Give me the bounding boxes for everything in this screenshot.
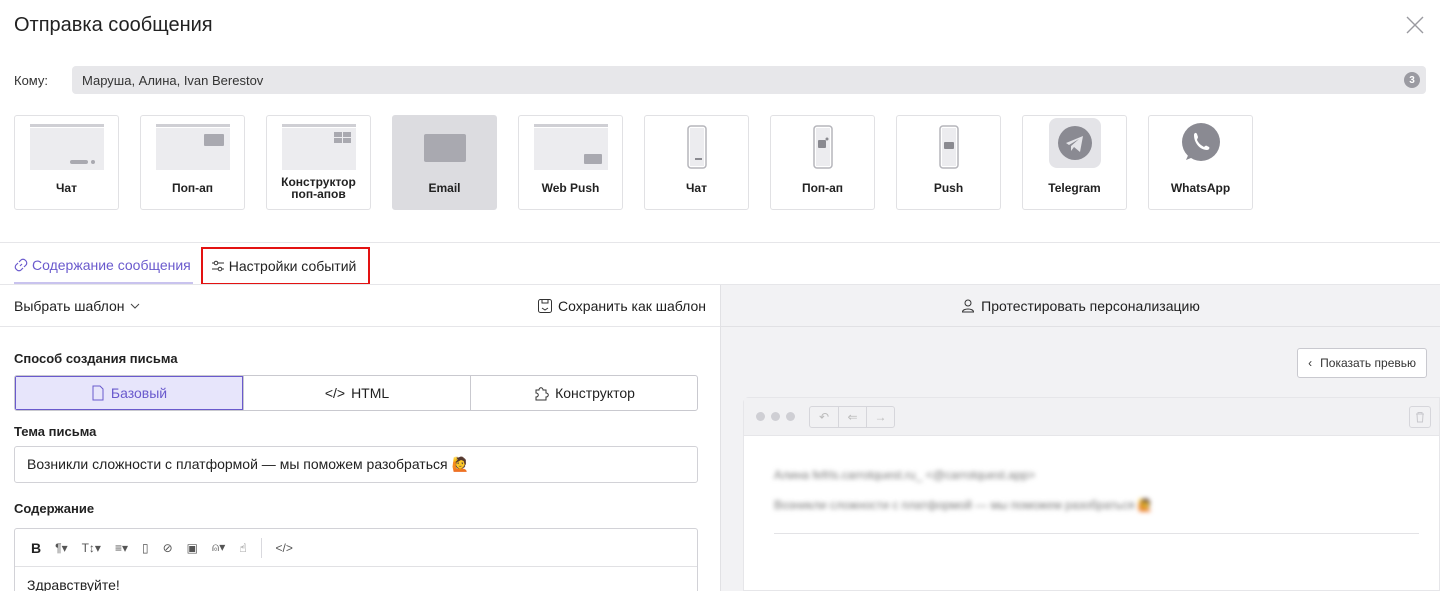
file-icon[interactable]: ▯	[142, 541, 149, 555]
show-preview-button[interactable]: ‹ Показать превью	[1297, 348, 1427, 378]
channel-web-push[interactable]: Web Push	[518, 115, 623, 210]
image-icon[interactable]: ▣	[187, 541, 198, 555]
mail-nav: ↶ ⇐ →	[809, 405, 895, 428]
mobile-push-thumb	[938, 125, 959, 169]
test-personalization-button[interactable]: Протестировать персонализацию	[721, 285, 1440, 327]
method-html-button[interactable]: </> HTML	[243, 376, 470, 410]
preview-panel: Протестировать персонализацию ‹ Показать…	[720, 285, 1440, 591]
recipients-label: Кому:	[14, 72, 48, 88]
email-thumb	[423, 134, 466, 162]
hand-icon[interactable]: ☝	[239, 541, 246, 555]
content-editor[interactable]: B ¶▾ T↕▾ ≡▾ ▯ ⊘ ▣ ⍝▾ ☝ </> Здравствуйте!	[14, 528, 698, 591]
subject-label: Тема письма	[14, 424, 97, 439]
method-basic-button[interactable]: Базовый	[15, 376, 243, 410]
channel-label: Email	[428, 181, 461, 195]
editor-panel: Выбрать шаблон Сохранить как шаблон Спос…	[0, 285, 720, 591]
puzzle-icon	[535, 387, 549, 401]
save-icon	[538, 298, 553, 313]
email-preview: ↶ ⇐ → Алина fefrls.carrotquest.ru_ <@car…	[743, 397, 1440, 591]
channel-label: Push	[933, 181, 964, 195]
preview-subject: Возникли сложности с платформой — мы пом…	[774, 498, 1153, 512]
window-dot	[786, 412, 795, 421]
align-icon[interactable]: ≡▾	[115, 541, 128, 555]
tab-message-content[interactable]: Содержание сообщения	[14, 248, 193, 284]
channel-label: Поп-ап	[801, 181, 844, 195]
tabs: Содержание сообщения Настройки событий	[14, 247, 371, 285]
channel-label: Поп-ап	[171, 181, 214, 195]
save-as-template-button[interactable]: Сохранить как шаблон	[537, 298, 706, 314]
window-dot	[771, 412, 780, 421]
channel-label: Чат	[686, 181, 707, 195]
chevron-down-icon	[130, 303, 139, 309]
channel-label: Конструктор поп-апов	[281, 175, 356, 201]
subject-input[interactable]: Возникли сложности с платформой — мы пом…	[14, 446, 698, 483]
web-popup-thumb	[155, 124, 230, 170]
code-icon: </>	[324, 385, 346, 401]
mail-window-bar: ↶ ⇐ →	[744, 398, 1439, 436]
channel-mobile-popup[interactable]: Поп-ап	[770, 115, 875, 210]
user-variable-icon[interactable]: ⍝▾	[212, 540, 225, 555]
choose-template-dropdown[interactable]: Выбрать шаблон	[14, 298, 140, 314]
method-selector: Базовый </> HTML Конструктор	[14, 375, 698, 411]
user-icon	[962, 299, 975, 312]
link-icon	[14, 258, 28, 272]
reply-icon: ↶	[818, 409, 830, 424]
channel-mobile-chat[interactable]: Чат	[644, 115, 749, 210]
whatsapp-icon	[1181, 123, 1220, 161]
paragraph-icon[interactable]: ¶▾	[55, 541, 67, 555]
channel-telegram[interactable]: Telegram	[1022, 115, 1127, 210]
recipients-count-badge: 3	[1404, 72, 1420, 88]
bold-icon[interactable]: B	[31, 540, 41, 556]
telegram-icon	[1048, 118, 1101, 168]
reply-all-icon: ⇐	[838, 406, 866, 427]
channel-selector: Чат Поп-ап Конструктор поп-апов Email We…	[14, 115, 1253, 210]
text-size-icon[interactable]: T↕▾	[82, 541, 101, 555]
toolbar-divider	[260, 537, 262, 558]
channel-label: Чат	[56, 181, 77, 195]
channel-label: WhatsApp	[1170, 181, 1231, 195]
channel-label: Telegram	[1048, 181, 1101, 195]
template-row: Выбрать шаблон Сохранить как шаблон	[0, 285, 720, 327]
channel-whatsapp[interactable]: WhatsApp	[1148, 115, 1253, 210]
channel-mobile-push[interactable]: Push	[896, 115, 1001, 210]
mobile-popup-thumb	[812, 125, 833, 169]
channel-email[interactable]: Email	[392, 115, 497, 210]
recipients-field[interactable]: Маруша, Алина, Ivan Berestov 3	[72, 66, 1426, 94]
editor-toolbar: B ¶▾ T↕▾ ≡▾ ▯ ⊘ ▣ ⍝▾ ☝ </>	[15, 529, 697, 567]
divider	[0, 242, 1440, 243]
trash-icon	[1409, 406, 1431, 428]
forward-icon: →	[866, 406, 894, 427]
recipients-value: Маруша, Алина, Ivan Berestov	[82, 72, 264, 88]
content-label: Содержание	[14, 501, 95, 516]
sliders-icon	[211, 260, 224, 272]
method-label: Способ создания письма	[14, 351, 178, 366]
tab-label: Содержание сообщения	[32, 257, 191, 273]
popup-builder-thumb	[281, 124, 356, 170]
window-dot	[756, 412, 765, 421]
channel-web-popup[interactable]: Поп-ап	[140, 115, 245, 210]
recipients-row: Кому: Маруша, Алина, Ivan Berestov 3	[14, 66, 1426, 94]
file-icon	[92, 385, 104, 401]
code-icon[interactable]: </>	[276, 541, 293, 555]
link-icon[interactable]: ⊘	[163, 541, 173, 555]
method-builder-button[interactable]: Конструктор	[470, 376, 697, 410]
channel-popup-builder[interactable]: Конструктор поп-апов	[266, 115, 371, 210]
chevron-left-icon: ‹	[1308, 356, 1313, 370]
tab-event-settings[interactable]: Настройки событий	[200, 247, 371, 285]
preview-sender: Алина fefrls.carrotquest.ru_ <@carrotque…	[774, 468, 1036, 482]
tab-label: Настройки событий	[228, 258, 357, 274]
channel-web-chat[interactable]: Чат	[14, 115, 119, 210]
mobile-chat-thumb	[686, 125, 707, 169]
editor-body[interactable]: Здравствуйте!	[15, 567, 697, 591]
divider	[774, 533, 1419, 534]
page-title: Отправка сообщения	[14, 14, 213, 36]
channel-label: Web Push	[541, 181, 600, 195]
web-push-thumb	[533, 124, 608, 170]
web-chat-thumb	[29, 124, 104, 170]
close-icon[interactable]	[1404, 14, 1426, 36]
